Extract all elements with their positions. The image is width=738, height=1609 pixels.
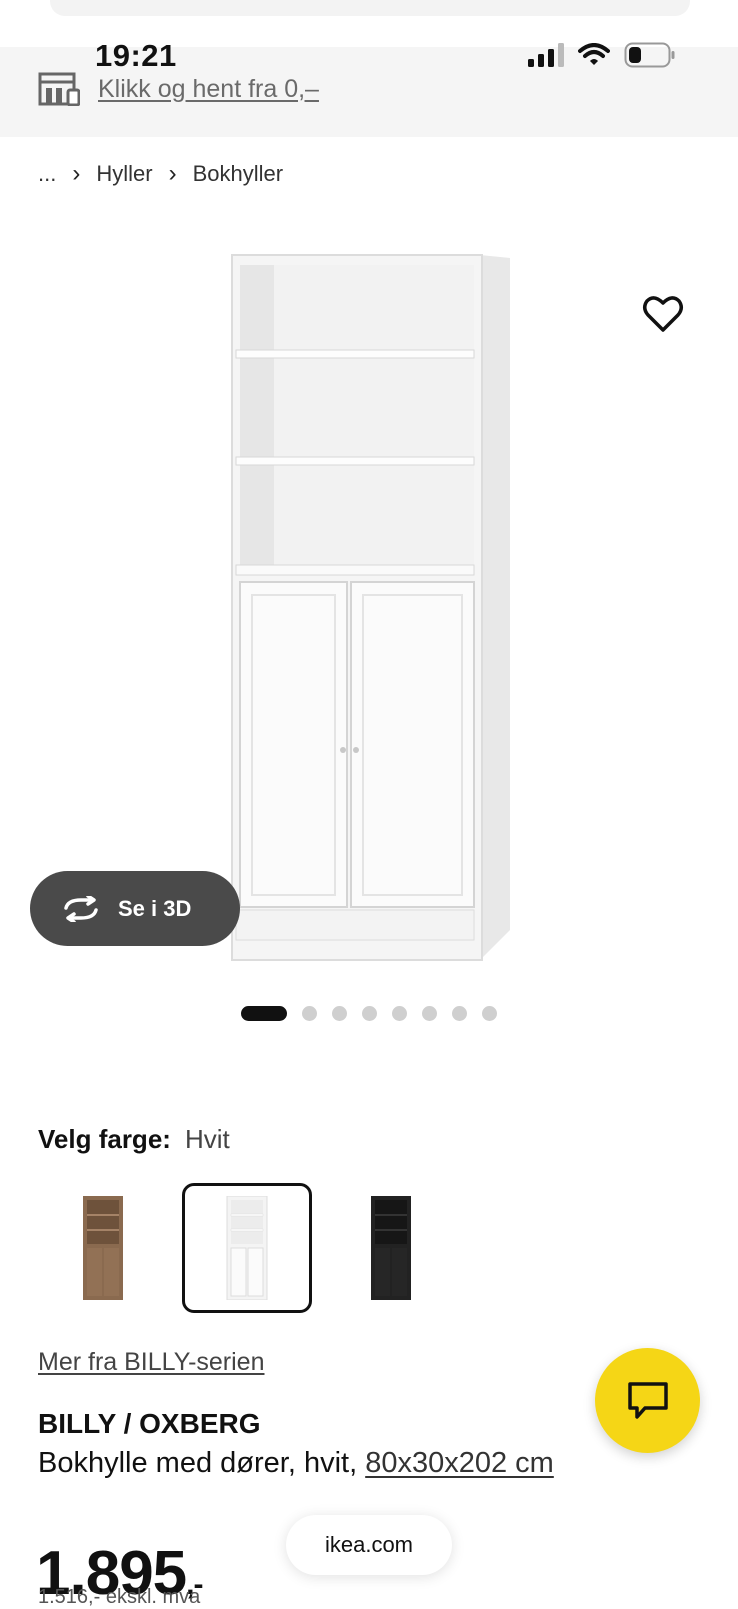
- rotate-3d-icon: [64, 895, 98, 922]
- gallery-pagination: [241, 1006, 497, 1021]
- product-image[interactable]: [0, 220, 738, 980]
- breadcrumb-item-bokhyller[interactable]: Bokhyller: [193, 161, 283, 187]
- pagination-dot[interactable]: [332, 1006, 347, 1021]
- pagination-dot[interactable]: [241, 1006, 287, 1021]
- product-description-text: Bokhylle med dører, hvit,: [38, 1447, 366, 1479]
- color-option-brown[interactable]: [38, 1183, 168, 1313]
- color-label: Velg farge: Hvit: [38, 1124, 230, 1155]
- chevron-right-icon: ›: [72, 160, 81, 187]
- color-swatches: [38, 1183, 456, 1313]
- breadcrumb: ... › Hyller › Bokhyller: [38, 160, 283, 188]
- product-name: BILLY / OXBERG: [38, 1408, 261, 1439]
- see-in-3d-label: Se i 3D: [118, 895, 192, 921]
- color-selected-value: Hvit: [184, 1124, 230, 1154]
- color-option-white[interactable]: [182, 1183, 312, 1313]
- battery-icon: [624, 42, 675, 68]
- url-text: ikea.com: [324, 1532, 414, 1557]
- pagination-dot[interactable]: [422, 1006, 437, 1021]
- store-icon: [38, 72, 80, 106]
- status-icons: [528, 42, 676, 68]
- pagination-dot[interactable]: [482, 1006, 497, 1021]
- top-pill: [50, 0, 690, 16]
- wifi-icon: [578, 43, 610, 65]
- bookcase-thumbnail: [226, 1196, 268, 1300]
- pagination-dot[interactable]: [302, 1006, 317, 1021]
- bookcase-thumbnail: [371, 1196, 411, 1300]
- store-pickup-row[interactable]: Klikk og hent fra 0,–: [38, 72, 319, 106]
- series-link[interactable]: Mer fra BILLY-serien: [38, 1348, 265, 1377]
- dimensions-link[interactable]: 80x30x202 cm: [365, 1447, 554, 1479]
- signal-icon: [528, 43, 564, 67]
- status-time: 19:21: [95, 38, 177, 73]
- pagination-dot[interactable]: [362, 1006, 377, 1021]
- chat-icon: [627, 1381, 668, 1419]
- heart-icon[interactable]: [642, 294, 684, 334]
- browser-url-bar[interactable]: ikea.com: [286, 1515, 452, 1575]
- product-description: Bokhylle med dører, hvit, 80x30x202 cm: [38, 1447, 554, 1480]
- click-collect-link[interactable]: Klikk og hent fra 0,–: [98, 75, 319, 104]
- price-excl-vat: 1.516,- ekskl. mva: [38, 1586, 201, 1608]
- bookcase-thumbnail: [83, 1196, 123, 1300]
- breadcrumb-item-hyller[interactable]: Hyller: [96, 161, 152, 187]
- color-label-key: Velg farge:: [38, 1124, 171, 1154]
- see-in-3d-button[interactable]: Se i 3D: [30, 871, 240, 946]
- pagination-dot[interactable]: [452, 1006, 467, 1021]
- chevron-right-icon: ›: [168, 160, 177, 187]
- breadcrumb-ellipsis[interactable]: ...: [38, 161, 56, 187]
- pagination-dot[interactable]: [392, 1006, 407, 1021]
- chat-button[interactable]: [595, 1348, 700, 1453]
- color-option-black[interactable]: [326, 1183, 456, 1313]
